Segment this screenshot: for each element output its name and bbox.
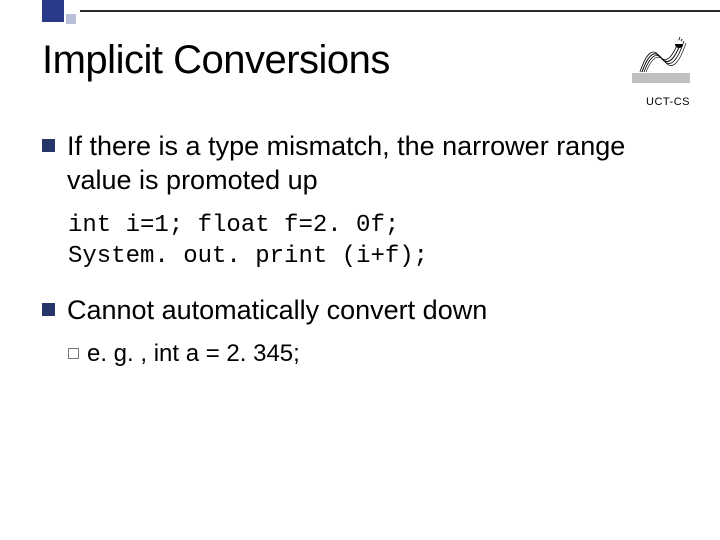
decoration-square-large xyxy=(42,0,64,22)
sub-bullet-1-text: e. g. , int a = 2. 345; xyxy=(87,340,300,368)
bullet-1-text: If there is a type mismatch, the narrowe… xyxy=(67,130,690,198)
decoration-line xyxy=(80,10,720,12)
bullet-square-icon xyxy=(42,139,55,152)
bullet-2-text: Cannot automatically convert down xyxy=(67,294,487,328)
code-block: int i=1; float f=2. 0f; System. out. pri… xyxy=(68,210,690,272)
code-line-1: int i=1; float f=2. 0f; xyxy=(68,212,399,239)
org-label: UCT-CS xyxy=(646,96,690,108)
bullet-2: Cannot automatically convert down xyxy=(42,294,690,328)
sub-bullet-prefix: e. g. , xyxy=(87,340,147,367)
bullet-1: If there is a type mismatch, the narrowe… xyxy=(42,130,690,198)
sub-bullet-square-icon xyxy=(68,348,79,359)
sub-bullet-1: e. g. , int a = 2. 345; xyxy=(68,340,690,368)
header-decoration xyxy=(0,0,720,16)
sub-bullet-rest: int a = 2. 345; xyxy=(147,340,300,367)
slide-title: Implicit Conversions xyxy=(42,38,390,83)
code-line-2: System. out. print (i+f); xyxy=(68,243,428,270)
bullet-square-icon xyxy=(42,303,55,316)
slide-content: If there is a type mismatch, the narrowe… xyxy=(42,130,690,368)
decoration-square-small xyxy=(66,14,76,24)
uct-logo xyxy=(632,34,690,84)
